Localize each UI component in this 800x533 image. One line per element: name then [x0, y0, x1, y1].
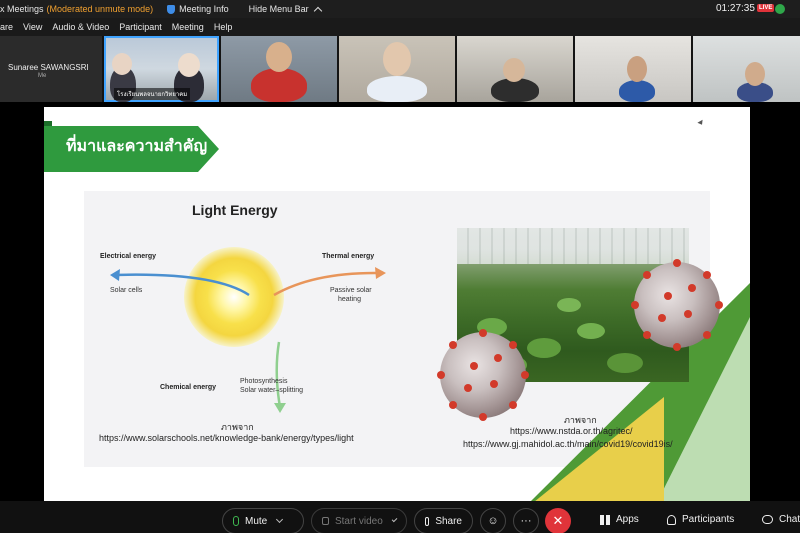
- close-icon: ✕: [552, 513, 564, 528]
- share-button[interactable]: Share: [414, 508, 473, 533]
- chat-button[interactable]: Chat: [762, 514, 800, 525]
- reactions-button[interactable]: ☺: [480, 508, 506, 533]
- self-label: Me: [38, 73, 47, 79]
- title-bar: x Meetings (Moderated unmute mode) Meeti…: [0, 0, 800, 18]
- chevron-up-icon: [313, 6, 322, 15]
- menu-bar: are View Audio & Video Participant Meeti…: [0, 18, 800, 36]
- arrow-head-electrical: [110, 269, 120, 281]
- apps-button[interactable]: Apps: [600, 514, 639, 525]
- label-passive-solar: Passive solar: [330, 287, 372, 294]
- live-badge: LIVE: [757, 4, 775, 12]
- camera-icon: [322, 517, 329, 525]
- slide-title: ที่มาและความสำคัญ: [66, 138, 208, 155]
- person-icon: [667, 514, 676, 525]
- moderated-mode-label: (Moderated unmute mode): [46, 4, 154, 14]
- more-icon: ···: [520, 515, 532, 527]
- participant-face: [627, 56, 647, 82]
- shield-icon: [167, 4, 176, 14]
- apps-icon: [600, 514, 610, 525]
- share-label: Share: [435, 515, 462, 527]
- menu-share[interactable]: are: [0, 22, 13, 32]
- participant-strip: Sunaree SAWANGSRI Me โรงเรียนพลจนายกวิทย…: [0, 36, 800, 102]
- meeting-timer: 01:27:35: [716, 3, 755, 14]
- connection-status-icon[interactable]: [775, 4, 785, 14]
- start-video-label: Start video: [334, 515, 383, 527]
- menu-meeting[interactable]: Meeting: [172, 22, 204, 32]
- label-photosynthesis: Photosynthesis: [240, 378, 288, 385]
- participant-tile-1[interactable]: โรงเรียนพลจนายกวิทยาคม: [104, 36, 219, 102]
- participant-name-label: โรงเรียนพลจนายกวิทยาคม: [114, 88, 191, 100]
- menu-participant[interactable]: Participant: [119, 22, 162, 32]
- meeting-window: x Meetings (Moderated unmute mode) Meeti…: [0, 0, 800, 533]
- arrow-chemical: [275, 341, 282, 408]
- hide-menu-bar-label: Hide Menu Bar: [248, 4, 309, 14]
- participants-button[interactable]: Participants: [667, 514, 734, 525]
- self-view-tile[interactable]: Sunaree SAWANGSRI Me: [0, 36, 102, 102]
- participant-face: [383, 42, 411, 76]
- participant-face: [503, 58, 525, 82]
- participant-figure: [619, 80, 655, 102]
- credit-left-heading: ภาพจาก: [221, 422, 254, 432]
- credit-right-url-2: https://www.gj.mahidol.ac.th/main/covid1…: [463, 439, 673, 449]
- meeting-info-button[interactable]: Meeting Info: [179, 4, 229, 14]
- diagram-title: Light Energy: [192, 202, 278, 218]
- arrow-head-chemical: [274, 403, 286, 413]
- self-name: Sunaree SAWANGSRI: [8, 63, 89, 72]
- leaf: [577, 323, 605, 339]
- greenhouse-roof: [457, 228, 689, 264]
- start-video-button[interactable]: Start video: [311, 508, 407, 533]
- credit-right-url-1: https://www.nstda.or.th/agritec/: [510, 426, 633, 436]
- apps-label: Apps: [616, 514, 639, 525]
- mute-label: Mute: [245, 515, 268, 527]
- more-options-button[interactable]: ···: [513, 508, 539, 533]
- menu-help[interactable]: Help: [214, 22, 233, 32]
- menu-view[interactable]: View: [23, 22, 42, 32]
- chevron-down-icon[interactable]: [276, 515, 284, 524]
- credit-left-url: https://www.solarschools.net/knowledge-b…: [99, 433, 354, 443]
- shared-screen-stage: ที่มาและความสำคัญ Light Energy Electrica…: [0, 102, 800, 502]
- chat-icon: [762, 515, 773, 524]
- share-icon: [425, 516, 430, 526]
- label-solar-cells: Solar cells: [110, 287, 143, 294]
- participant-face: [112, 53, 132, 75]
- mute-button[interactable]: Mute: [222, 508, 304, 533]
- virus-icon: [631, 259, 723, 351]
- label-heating: heating: [338, 296, 361, 303]
- participant-tile-3[interactable]: [339, 36, 455, 102]
- participant-face: [178, 53, 200, 77]
- participant-tile-4[interactable]: [457, 36, 573, 102]
- leaf: [607, 353, 643, 373]
- participant-tile-6[interactable]: [693, 36, 800, 102]
- participants-label: Participants: [682, 514, 735, 525]
- end-meeting-button[interactable]: ✕: [545, 508, 571, 533]
- hide-menu-bar-button[interactable]: Hide Menu Bar: [248, 4, 322, 15]
- meeting-controls: Mute Start video Share ☺ ··· ✕ Apps Part…: [0, 501, 800, 533]
- participant-face: [266, 42, 292, 72]
- smile-icon: ☺: [487, 515, 499, 527]
- microphone-icon: [233, 516, 239, 526]
- participant-figure: [367, 76, 427, 102]
- label-chemical-energy: Chemical energy: [160, 384, 217, 391]
- participant-face: [745, 62, 765, 86]
- chevron-down-icon[interactable]: [391, 516, 398, 523]
- arrow-head-thermal: [375, 267, 386, 279]
- participant-tile-5[interactable]: [575, 36, 691, 102]
- label-electrical-energy: Electrical energy: [100, 253, 157, 260]
- leaf: [527, 338, 561, 358]
- virus-icon: [437, 329, 529, 421]
- presentation-slide: ที่มาและความสำคัญ Light Energy Electrica…: [44, 107, 750, 502]
- menu-audio-video[interactable]: Audio & Video: [52, 22, 109, 32]
- label-solar-water-splitting: Solar water–splitting: [240, 387, 304, 394]
- mouse-pointer-icon: [697, 119, 705, 127]
- chat-label: Chat: [779, 514, 800, 525]
- participant-tile-2[interactable]: [221, 36, 337, 102]
- app-title: x Meetings: [0, 4, 44, 14]
- credit-right-heading: ภาพจาก: [564, 415, 597, 425]
- leaf: [557, 298, 581, 312]
- participant-figure: [251, 68, 307, 102]
- label-thermal-energy: Thermal energy: [322, 253, 375, 260]
